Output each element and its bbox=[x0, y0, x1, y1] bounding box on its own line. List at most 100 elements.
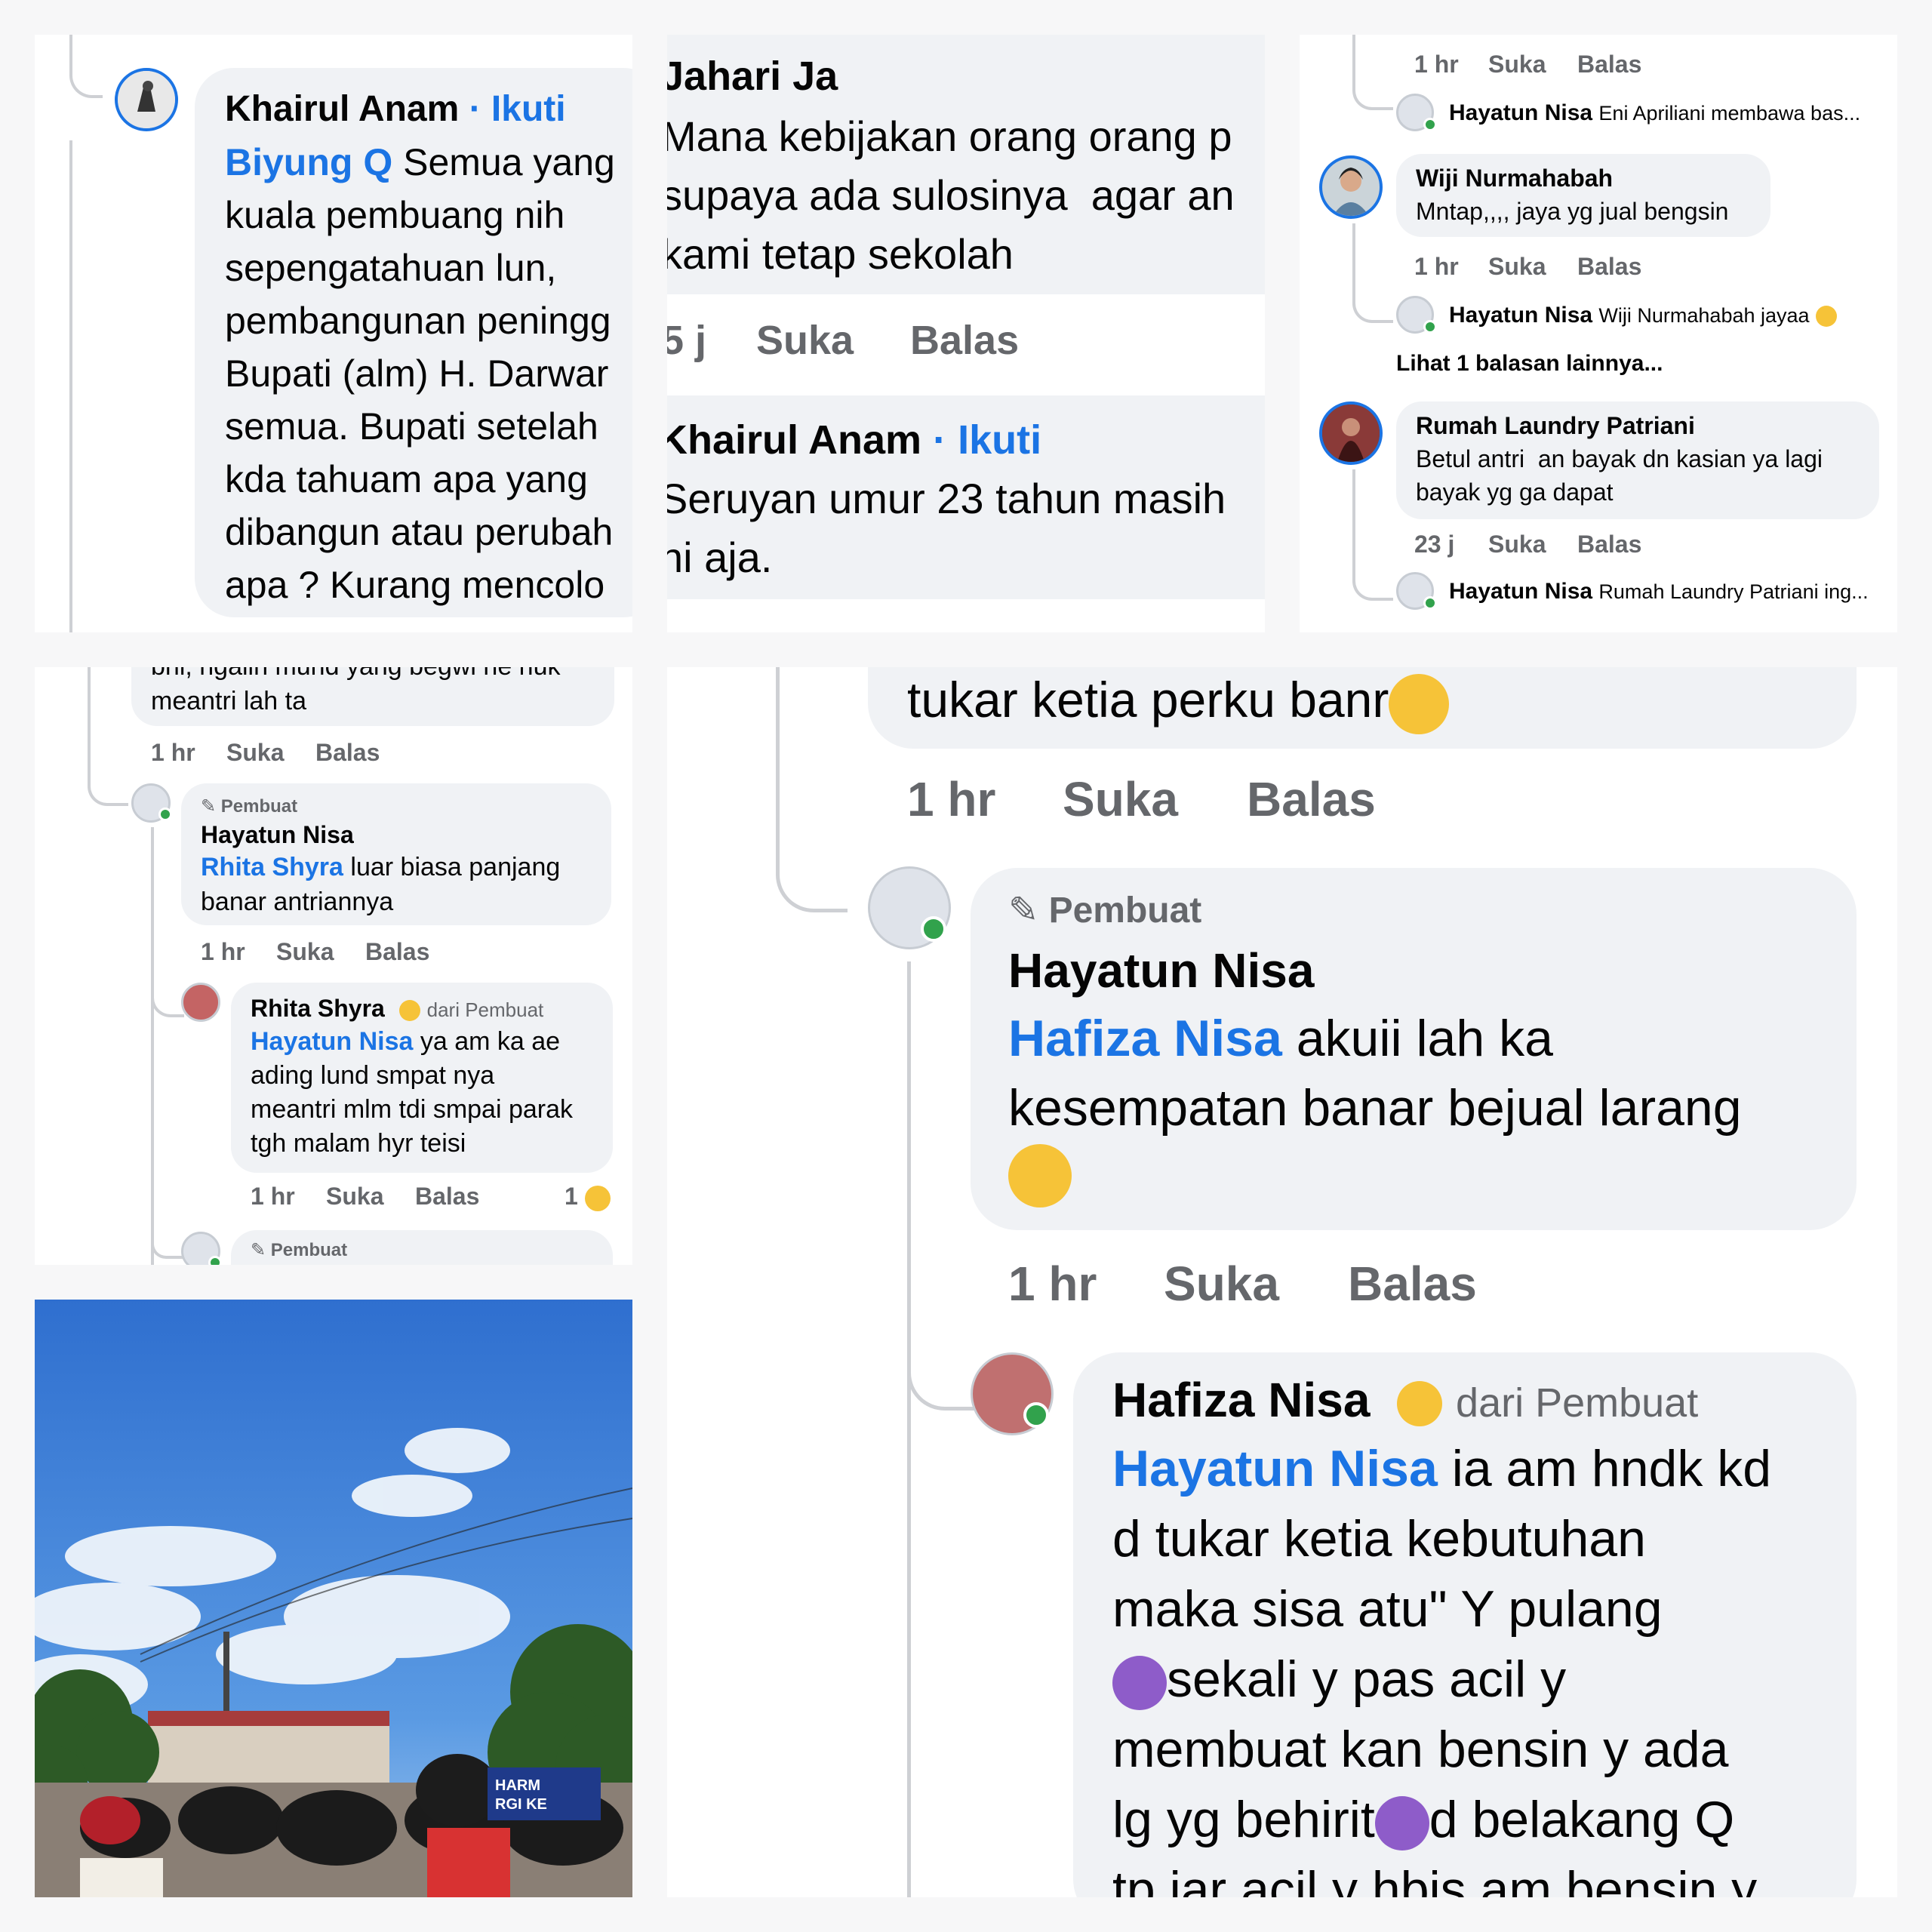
comment-line: d tukar ketia kebutuhan bbox=[1112, 1510, 1646, 1567]
reply-preview[interactable]: Hayatun Nisa Rumah Laundry Patriani ing.… bbox=[1449, 575, 1869, 608]
timestamp: 1 hr bbox=[151, 739, 195, 766]
thread-line bbox=[907, 1286, 979, 1411]
comment-line: sekali y pas acil y bbox=[1167, 1651, 1567, 1708]
timestamp: 1 hr bbox=[201, 938, 245, 965]
like-button[interactable]: Suka bbox=[1488, 525, 1577, 563]
comment-body: Hayatun Nisa ya am ka ae ading lund smpa… bbox=[251, 1025, 573, 1161]
avatar[interactable] bbox=[181, 983, 220, 1022]
reply-author[interactable]: Hayatun Nisa bbox=[1449, 303, 1592, 328]
like-button[interactable]: Suka bbox=[276, 933, 365, 971]
comment-author[interactable]: Jahari Ja bbox=[667, 50, 838, 103]
comment-author[interactable]: Rhita Shyra bbox=[251, 995, 385, 1022]
comment-actions: 1 hr Suka Balas bbox=[1414, 45, 1641, 83]
thread-line bbox=[1352, 223, 1393, 323]
comment-author[interactable]: Hayatun Nisa bbox=[201, 818, 354, 851]
pencil-icon bbox=[1008, 891, 1038, 931]
timestamp: 1 hr bbox=[1414, 51, 1459, 78]
thread-line bbox=[776, 667, 848, 912]
timestamp: 1 hr bbox=[1414, 253, 1459, 280]
follow-link[interactable]: · Ikuti bbox=[933, 417, 1041, 463]
reply-button[interactable]: Balas bbox=[1577, 248, 1641, 285]
like-button[interactable]: Suka bbox=[1063, 767, 1247, 832]
avatar[interactable] bbox=[115, 68, 178, 131]
pencil-icon bbox=[201, 796, 216, 817]
reaction-number: 1 bbox=[565, 1183, 578, 1210]
comment-line: membuat kan bensin y ada bbox=[1112, 1721, 1729, 1778]
comment-header: Rhita Shyra dari Pembuat bbox=[251, 992, 543, 1026]
mention-link[interactable]: Hayatun Nisa bbox=[1112, 1440, 1438, 1497]
comment-body: Hafiza Nisa akuii lah ka kesempatan bana… bbox=[1008, 1004, 1742, 1143]
badge-label: Pembuat bbox=[220, 796, 298, 817]
reply-button[interactable]: Balas bbox=[415, 1177, 479, 1215]
comment-author[interactable]: Hayatun Nisa bbox=[1008, 939, 1314, 1002]
like-button[interactable]: Suka bbox=[226, 734, 315, 771]
reply-button[interactable]: Balas bbox=[365, 933, 429, 971]
thread-line bbox=[907, 961, 911, 1897]
reply-preview[interactable]: Hayatun Nisa Eni Apriliani membawa bas..… bbox=[1449, 97, 1860, 130]
from-creator-label: dari Pembuat bbox=[1456, 1380, 1699, 1426]
comment-author[interactable]: Khairul Anam bbox=[667, 417, 921, 463]
like-button[interactable]: Suka bbox=[1488, 248, 1577, 285]
comment-text-row: tukar ketia perku banr bbox=[907, 667, 1450, 734]
reply-button[interactable]: Balas bbox=[1577, 45, 1641, 83]
comment-header: Hafiza Nisa dari Pembuat bbox=[1112, 1367, 1698, 1435]
author-badge: Pembuat bbox=[201, 794, 297, 820]
reply-button[interactable]: Balas bbox=[1247, 767, 1376, 832]
comment-actions: 1 hr Suka Balas bbox=[1414, 248, 1641, 285]
online-dot-icon bbox=[921, 916, 946, 942]
surprised-emoji-icon bbox=[398, 999, 420, 1021]
laughing-emoji-icon bbox=[1815, 306, 1837, 328]
comment-actions: 1 hr Suka Balas bbox=[1008, 1251, 1477, 1316]
comment-text: Mntap,,,, jaya yg jual bengsin bbox=[1416, 198, 1729, 225]
thread-line bbox=[1352, 469, 1393, 601]
comment-actions: 1 hr Suka Balas bbox=[151, 734, 380, 771]
like-button[interactable]: Suka bbox=[1164, 1251, 1348, 1316]
comment-author[interactable]: Khairul Anam bbox=[225, 89, 459, 129]
timestamp: 5 j bbox=[667, 318, 707, 363]
pencil-icon bbox=[251, 1240, 266, 1260]
comment-actions: 1 hr Suka Balas bbox=[251, 1177, 479, 1215]
comment-text: Mana kebijakan orang orang p supaya ada … bbox=[667, 112, 1235, 278]
reply-author[interactable]: Hayatun Nisa bbox=[1449, 100, 1592, 125]
online-dot-icon bbox=[1023, 1402, 1049, 1428]
mention-link[interactable]: Rhita Shyra bbox=[201, 853, 343, 881]
like-button[interactable]: Suka bbox=[756, 314, 910, 367]
reply-button[interactable]: Balas bbox=[1348, 1251, 1477, 1316]
avatar[interactable] bbox=[1319, 155, 1383, 219]
comment-author[interactable]: Wiji Nurmahabah bbox=[1416, 162, 1613, 195]
comment-panel-1: Khairul Anam · Ikuti Biyung Q Semua yang… bbox=[35, 35, 632, 632]
reply-button[interactable]: Balas bbox=[910, 314, 1019, 367]
comment-text: Seruyan umur 23 tahun masih ni aja. bbox=[667, 475, 1226, 581]
like-button[interactable]: Suka bbox=[1488, 45, 1577, 83]
thread-line bbox=[151, 827, 154, 1265]
comment-actions: 1 hr Suka Balas bbox=[907, 767, 1376, 832]
comment-text: bhi, ngalih mund yang begwi ne huk meant… bbox=[151, 667, 561, 715]
photo-illustration: HARM RGI KE bbox=[35, 1300, 632, 1897]
follow-link[interactable]: · Ikuti bbox=[469, 89, 566, 129]
comment-author[interactable]: Hafiza Nisa bbox=[1112, 1373, 1370, 1427]
reply-author[interactable]: Hayatun Nisa bbox=[1449, 579, 1592, 604]
comment-text: Semua yang kuala pembuang nih sepengatah… bbox=[225, 141, 615, 606]
facepalm-emoji-icon bbox=[1112, 1656, 1167, 1711]
comment-line: ia am hndk kd bbox=[1437, 1440, 1772, 1497]
reply-preview[interactable]: Hayatun Nisa Wiji Nurmahabah jayaa bbox=[1449, 299, 1837, 332]
thread-line bbox=[69, 35, 103, 98]
mention-link[interactable]: Hafiza Nisa bbox=[1008, 1010, 1282, 1067]
avatar[interactable] bbox=[1319, 401, 1383, 465]
online-dot-icon bbox=[208, 1256, 222, 1265]
online-dot-icon bbox=[1423, 118, 1437, 131]
view-more-replies-link[interactable]: Lihat 1 balasan lainnya... bbox=[1396, 347, 1663, 380]
reply-button[interactable]: Balas bbox=[315, 734, 380, 771]
mention-link[interactable]: Hayatun Nisa bbox=[251, 1027, 413, 1056]
mention-link[interactable]: Biyung Q bbox=[225, 141, 392, 183]
comment-text: Betul antri an bayak dn kasian ya lagi b… bbox=[1416, 445, 1823, 506]
like-button[interactable]: Suka bbox=[326, 1177, 415, 1215]
comment-author[interactable]: Rumah Laundry Patriani bbox=[1416, 409, 1695, 442]
reaction-count[interactable]: 1 bbox=[565, 1177, 611, 1215]
timestamp: 1 hr bbox=[1008, 1257, 1097, 1311]
crying-emoji-icon bbox=[1008, 1144, 1072, 1208]
online-dot-icon bbox=[1423, 320, 1437, 334]
comment-panel-2: Jahari Ja Mana kebijakan orang orang p s… bbox=[667, 35, 1265, 632]
comment-text: tukar ketia perku banr bbox=[907, 672, 1389, 728]
reply-button[interactable]: Balas bbox=[1577, 525, 1641, 563]
